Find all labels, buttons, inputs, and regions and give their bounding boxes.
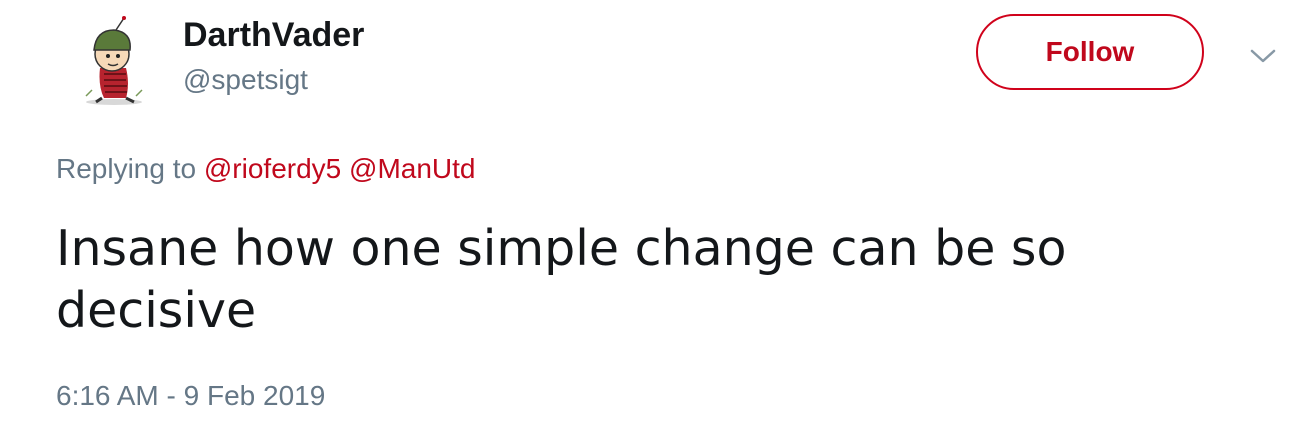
user-info: DarthVader @spetsigt	[183, 14, 364, 98]
tweet-card: DarthVader @spetsigt Follow Replying to …	[0, 0, 1313, 437]
tweet-text: Insane how one simple change can be so d…	[56, 220, 1067, 339]
user-avatar[interactable]	[70, 16, 156, 106]
tweet-timestamp[interactable]: 6:16 AM - 9 Feb 2019	[56, 378, 325, 414]
user-handle[interactable]: @spetsigt	[183, 62, 364, 98]
mention-link[interactable]: @rioferdy5	[204, 153, 341, 184]
display-name[interactable]: DarthVader	[183, 14, 364, 56]
reply-context: Replying to @rioferdy5 @ManUtd	[56, 150, 476, 188]
reply-prefix: Replying to	[56, 153, 197, 184]
mention-link[interactable]: @ManUtd	[349, 153, 475, 184]
follow-button[interactable]: Follow	[976, 14, 1204, 90]
chevron-down-icon[interactable]	[1248, 46, 1278, 66]
